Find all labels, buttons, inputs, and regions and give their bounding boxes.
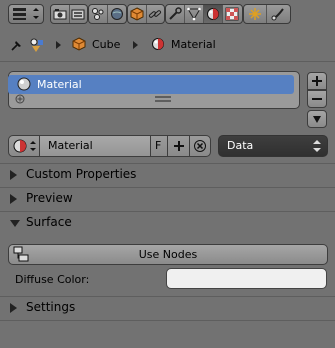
tab-object[interactable] (128, 5, 147, 23)
breadcrumb: Cube Material (0, 34, 335, 56)
tab-world[interactable] (108, 5, 126, 23)
unlink-material-button[interactable] (189, 135, 211, 157)
tab-texture[interactable] (223, 5, 241, 23)
tab-group-scene (88, 4, 127, 24)
fake-user-button[interactable]: F (150, 135, 168, 157)
object-icon (72, 37, 86, 51)
properties-toolbar (0, 0, 335, 28)
chevron-updown-icon (313, 140, 321, 152)
properties-editor-icon (13, 8, 39, 20)
tab-physics[interactable] (267, 5, 289, 23)
collapsed-arrow-icon (10, 170, 17, 180)
tab-constraints[interactable] (147, 5, 165, 23)
tab-group-data (165, 4, 243, 24)
panel-title: Preview (26, 191, 73, 205)
tab-render-layers[interactable] (70, 5, 88, 23)
physics-icon (271, 8, 284, 21)
editor-type-selector[interactable] (8, 4, 44, 24)
add-slot-button[interactable] (307, 72, 327, 90)
remove-slot-button[interactable] (307, 90, 327, 108)
tab-material[interactable] (204, 5, 223, 23)
tab-scene[interactable] (89, 5, 108, 23)
collapsed-arrow-icon (10, 194, 17, 204)
breadcrumb-object: Cube (92, 38, 121, 51)
divider (0, 61, 335, 62)
tab-group-render (50, 4, 88, 24)
panel-title: Custom Properties (26, 167, 137, 181)
resize-grip-icon[interactable] (155, 96, 171, 102)
new-material-button[interactable] (167, 135, 190, 157)
breadcrumb-arrow-icon (56, 41, 61, 49)
panel-title: Surface (26, 215, 72, 229)
tab-group-sim (243, 4, 291, 24)
diffuse-color-label: Diffuse Color: (15, 273, 90, 286)
panel-custom-properties[interactable]: Custom Properties (0, 164, 335, 186)
fake-user-label: F (155, 139, 162, 152)
constraints-icon (149, 10, 162, 18)
close-icon (194, 140, 206, 152)
diffuse-color-field[interactable] (166, 268, 327, 289)
use-nodes-button[interactable]: Use Nodes (8, 244, 328, 265)
material-icon (207, 8, 219, 20)
expanded-arrow-icon (10, 220, 20, 227)
tab-object-data[interactable] (185, 5, 204, 23)
plus-icon (174, 141, 184, 151)
panel-settings[interactable]: Settings (0, 297, 335, 319)
properties-editor: Cube Material Material Material F Data C… (0, 0, 335, 348)
material-sphere-icon (17, 77, 31, 91)
tab-particles[interactable] (244, 5, 267, 23)
dropdown-arrow-icon (313, 116, 321, 123)
scene-context-icon (30, 38, 43, 52)
slot-specials-button[interactable] (307, 110, 327, 128)
collapsed-arrow-icon (10, 303, 17, 313)
particles-icon (249, 8, 261, 20)
material-name-field[interactable]: Material (39, 135, 151, 157)
material-icon (152, 38, 164, 50)
world-icon (111, 8, 123, 20)
pin-icon[interactable] (10, 38, 24, 52)
panel-preview[interactable]: Preview (0, 188, 335, 210)
render-icon (53, 9, 67, 20)
link-select[interactable]: Data (218, 135, 328, 157)
use-nodes-label: Use Nodes (138, 248, 198, 261)
material-browse-icon (13, 139, 36, 153)
breadcrumb-material: Material (171, 38, 216, 51)
scene-icon (92, 8, 104, 20)
tab-group-object (127, 4, 165, 24)
breadcrumb-arrow-icon (133, 41, 138, 49)
panel-surface[interactable]: Surface (0, 212, 335, 234)
tab-render[interactable] (51, 5, 70, 23)
object-icon (130, 7, 144, 21)
add-small-icon[interactable] (15, 94, 25, 104)
minus-icon (312, 98, 322, 100)
list-item-label: Material (37, 78, 82, 91)
material-browse-button[interactable] (8, 135, 40, 157)
render-layers-icon (71, 9, 85, 20)
material-name-text: Material (48, 139, 93, 152)
texture-icon (225, 7, 239, 21)
panel-title: Settings (26, 300, 76, 314)
object-data-icon (187, 7, 201, 21)
plus-icon (312, 76, 322, 86)
link-select-value: Data (227, 139, 254, 152)
tab-modifiers[interactable] (166, 5, 185, 23)
modifiers-icon (169, 7, 182, 20)
divider (0, 320, 335, 321)
